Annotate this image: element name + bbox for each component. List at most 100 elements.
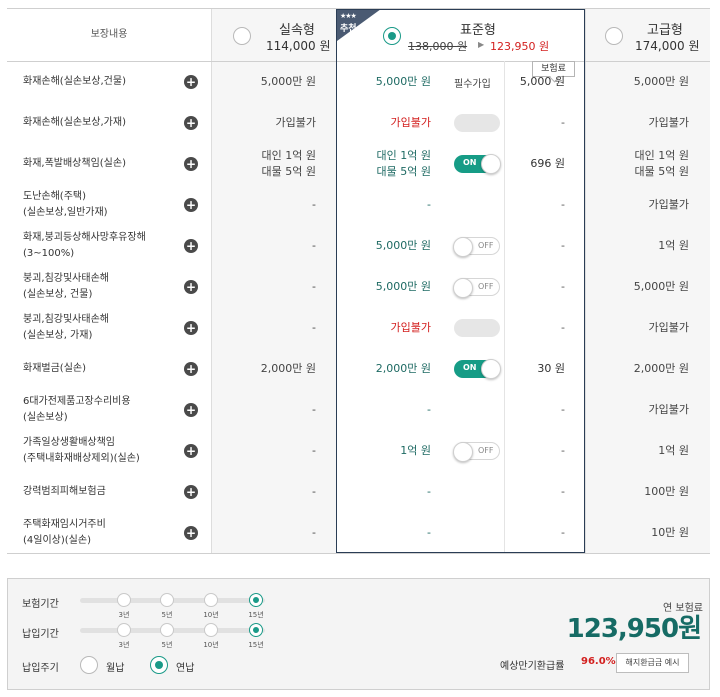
insurance-period-label: 보험기간 [22,599,59,610]
coverage-label: 화재,붕괴등상해사망후유장해 (3~100%) [23,230,146,262]
coverage-label-line: 붕괴,침강및사태손해 [23,272,109,284]
coverage-label-line: 화재,폭발배상책임(실손) [23,157,126,169]
payment-period-tick-label: 5년 [161,641,173,649]
premium-plan-value-line: 5,000만 원 [633,279,689,293]
insurance-period-tick-label: 10년 [203,611,219,619]
payment-period-tick-label: 3년 [118,641,130,649]
plan-basic-name: 실속형 [279,23,315,38]
plan-premium-radio[interactable] [605,27,623,45]
basic-plan-value-line: - [312,443,316,457]
payment-period-label: 납입기간 [22,629,59,640]
standard-plan-value-line: 가입불가 [390,320,431,334]
coverage-label-line: (실손보상,일반가재) [23,206,108,218]
toggle-knob [453,236,473,257]
standard-plan-value: - [311,402,431,418]
premium-plan-value: 가입불가 [569,402,689,418]
annual-premium-value: 123,950원 [566,614,702,644]
standard-plan-value: 5,000만 원 [311,279,431,295]
coverage-label-line: 화재손해(실손보상,가재) [23,116,126,128]
coverage-label: 화재벌금(실손) [23,361,86,377]
premium-plan-value-line: 2,000만 원 [633,361,689,375]
standard-plan-value: 대인 1억 원대물 5억 원 [311,148,431,180]
basic-plan-value-line: 가입불가 [275,115,316,129]
coverage-label: 화재손해(실손보상,건물) [23,74,126,90]
premium-plan-value-line: 1억 원 [658,238,689,252]
payment-period-tick-label: 10년 [203,641,219,649]
insurance-period-stop[interactable] [249,593,263,607]
coverage-label-line: 주택화재임시거주비 [23,518,106,530]
refund-example-button[interactable]: 해지환급금 예시 [616,653,689,673]
premium-plan-value-line: 가입불가 [648,320,689,334]
premium-fee: - [561,115,565,129]
basic-plan-value: - [196,279,316,295]
coverage-label-line: (3~100%) [23,247,75,259]
premium-plan-value: 5,000만 원 [569,74,689,90]
coverage-label-line: 화재손해(실손보상,건물) [23,75,126,87]
basic-plan-value-line: - [312,525,316,539]
standard-plan-value-line: 5,000만 원 [375,74,431,88]
basic-plan-value: - [196,197,316,213]
plan-standard-price: 123,950 원 [490,40,550,53]
basic-plan-value: - [196,320,316,336]
premium-plan-value: 가입불가 [569,197,689,213]
basic-plan-value-line: - [312,238,316,252]
standard-plan-value-line: - [427,484,431,498]
insurance-period-stop[interactable] [160,593,174,607]
recommend-stars-icon: ★★★ [340,12,357,20]
premium-plan-value-line: 5,000만 원 [633,74,689,88]
standard-plan-value-line: 1억 원 [400,443,431,457]
refund-rate-label: 예상만기환급률 [500,661,565,672]
payment-period-stop[interactable] [160,623,174,637]
premium-plan-value-line: 1억 원 [658,443,689,457]
basic-plan-value: 가입불가 [196,115,316,131]
premium-plan-value: 2,000만 원 [569,361,689,377]
plan-premium-price: 174,000 원 [635,39,700,53]
payment-period-stop[interactable] [204,623,218,637]
premium-fee: - [561,197,565,211]
coverage-label-line: 6대가전제품고장수리비용 [23,395,131,407]
basic-plan-value-line: 대인 1억 원 [261,148,316,162]
coverage-label-line: (주택내화재배상제외)(실손) [23,452,140,464]
payment-period-stop[interactable] [249,623,263,637]
coverage-label-line: 붕괴,침강및사태손해 [23,313,109,325]
basic-plan-value-line: - [312,197,316,211]
basic-plan-value: - [196,402,316,418]
coverage-label: 6대가전제품고장수리비용 (실손보상) [23,394,131,426]
standard-plan-value-line: - [427,197,431,211]
premium-plan-value-line: 100만 원 [644,484,689,498]
payment-period-tick-label: 15년 [248,641,264,649]
standard-plan-value-line: - [427,402,431,416]
standard-plan-value: 가입불가 [311,115,431,131]
payment-cycle-monthly-radio[interactable] [80,656,98,674]
standard-plan-value-line: 대물 5억 원 [376,164,431,178]
basic-plan-value: - [196,484,316,500]
plan-standard-radio[interactable] [383,27,401,45]
premium-fee: - [561,443,565,457]
plan-basic-radio[interactable] [233,27,251,45]
plan-premium-name: 고급형 [647,23,683,38]
coverage-label-line: (4일이상)(실손) [23,534,91,546]
standard-plan-value-line: 대인 1억 원 [376,148,431,162]
premium-plan-value: 1억 원 [569,238,689,254]
recommend-badge: 추천 [340,24,357,34]
standard-plan-value-line: 5,000만 원 [375,238,431,252]
insurance-period-stop[interactable] [204,593,218,607]
standard-plan-value-line: - [427,525,431,539]
coverage-label-line: 가족일상생활배상책임 [23,436,115,448]
payment-cycle-annual-radio[interactable] [150,656,168,674]
coverage-label-line: (실손보상, 건물) [23,288,93,300]
standard-plan-value: 1억 원 [311,443,431,459]
standard-plan-value-line: 5,000만 원 [375,279,431,293]
payment-period-stop[interactable] [117,623,131,637]
basic-plan-value: - [196,443,316,459]
basic-plan-value: - [196,525,316,541]
premium-fee: - [561,402,565,416]
premium-fee: - [561,320,565,334]
coverage-label-line: 강력범죄피해보험금 [23,485,106,497]
insurance-period-tick-label: 15년 [248,611,264,619]
plan-standard-name: 표준형 [460,23,496,38]
premium-plan-value: 대인 1억 원 대물 5억 원 [569,148,689,180]
premium-plan-value: 5,000만 원 [569,279,689,295]
standard-plan-value: 가입불가 [311,320,431,336]
insurance-period-stop[interactable] [117,593,131,607]
